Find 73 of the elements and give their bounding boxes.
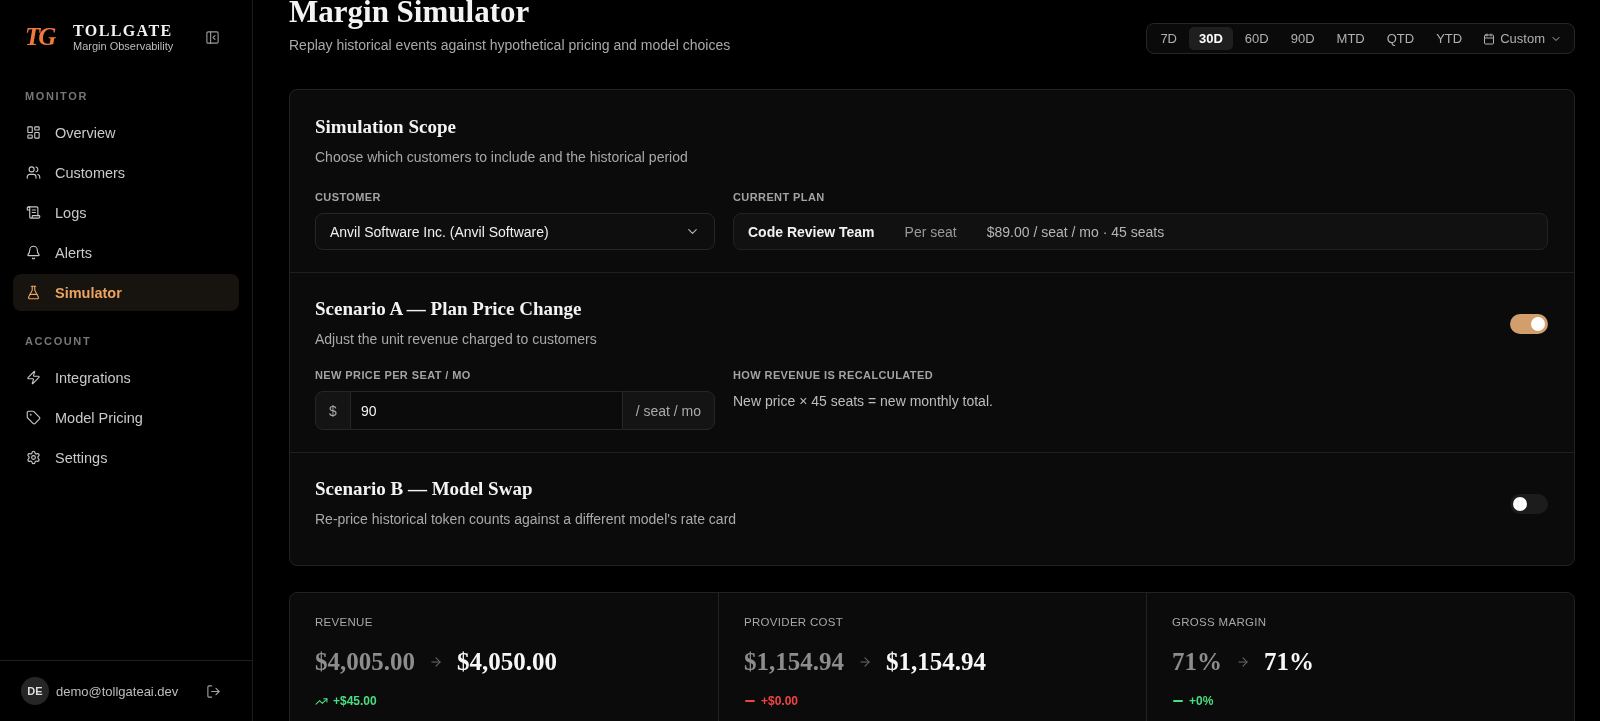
section-title: Simulation Scope (315, 116, 457, 138)
metric-previous-value: 71% (1172, 647, 1222, 677)
metric-label: GROSS MARGIN (1172, 615, 1268, 629)
dashboard-icon (26, 125, 41, 140)
arrow-right-icon (858, 655, 872, 669)
page-subtitle: Replay historical events against hypothetical pricing and model choices (289, 36, 731, 54)
plan-price: $89.00 / seat / mo · 45 seats (986, 223, 1165, 240)
section-description: Adjust the unit revenue charged to customers (315, 330, 597, 349)
user-email: demo@tollgateai.dev (56, 683, 179, 699)
metric-new-value: $4,050.00 (457, 647, 557, 677)
metric-delta: +$45.00 (333, 694, 377, 708)
explanation-text: New price × 45 seats = new monthly total. (733, 392, 994, 411)
nav-section-label: ACCOUNT (25, 334, 93, 348)
section-description: Choose which customers to include and the historical period (315, 148, 689, 167)
metric-delta: +$0.00 (761, 694, 799, 708)
scroll-icon (26, 205, 41, 220)
page-title: Margin Simulator (289, 0, 531, 27)
range-tab[interactable]: 30D (1189, 27, 1233, 50)
minus-icon (745, 700, 755, 702)
range-tab[interactable]: 60D (1234, 27, 1279, 50)
toggle-switch[interactable] (1510, 493, 1548, 514)
logout-icon (206, 683, 221, 699)
range-tab[interactable]: 7D (1150, 27, 1187, 50)
nav-item[interactable]: Customers (13, 154, 239, 191)
unit-suffix: / seat / mo (621, 391, 715, 430)
flask-icon (26, 285, 41, 300)
range-tab[interactable]: QTD (1376, 27, 1425, 50)
toggle-switch[interactable] (1510, 313, 1548, 334)
currency-prefix: $ (315, 391, 351, 430)
field-label: CUSTOMER (315, 190, 382, 204)
tag-icon (26, 410, 41, 425)
brand-tagline: Margin Observability (73, 38, 174, 53)
nav-item[interactable]: Simulator (13, 274, 239, 311)
user-avatar: DE (21, 677, 49, 705)
logout-button[interactable] (206, 683, 221, 699)
users-icon (26, 165, 41, 180)
price-input[interactable]: 90 (351, 391, 622, 430)
field-label: NEW PRICE PER SEAT / MO (315, 368, 472, 382)
range-tab[interactable]: MTD (1326, 27, 1375, 50)
collapse-sidebar-button[interactable] (205, 29, 220, 45)
nav-section-label: MONITOR (25, 89, 89, 103)
customer-select[interactable]: Anvil Software Inc. (Anvil Software) (315, 213, 715, 250)
minus-icon (1173, 700, 1183, 702)
section-title: Scenario B — Model Swap (315, 478, 534, 500)
settings-icon (26, 450, 41, 465)
custom-range-button[interactable]: Custom (1474, 27, 1571, 50)
nav-item[interactable]: Logs (13, 194, 239, 231)
field-label: HOW REVENUE IS RECALCULATED (733, 368, 935, 382)
metric-delta: +0% (1189, 694, 1214, 708)
bell-icon (26, 245, 41, 260)
range-tab[interactable]: 90D (1280, 27, 1325, 50)
nav-item[interactable]: Settings (13, 439, 239, 476)
brand-name: TOLLGATE (73, 21, 174, 39)
metric-label: PROVIDER COST (744, 615, 845, 629)
plan-billing-type: Per seat (904, 223, 957, 240)
calendar-icon (1483, 32, 1496, 45)
nav-item[interactable]: Overview (13, 114, 239, 151)
logo-mark: TG (25, 24, 56, 50)
lightning-icon (26, 370, 41, 385)
section-title: Scenario A — Plan Price Change (315, 298, 583, 320)
plan-name: Code Review Team (748, 223, 875, 240)
metric-previous-value: $4,005.00 (315, 647, 415, 677)
metric-new-value: 71% (1264, 647, 1314, 677)
section-description: Re-price historical token counts against a different model's rate card (315, 510, 737, 529)
range-tab[interactable]: YTD (1426, 27, 1473, 50)
nav-item[interactable]: Model Pricing (13, 399, 239, 436)
metric-label: REVENUE (315, 615, 374, 629)
field-label: CURRENT PLAN (733, 190, 826, 204)
nav-item[interactable]: Integrations (13, 359, 239, 396)
metric-new-value: $1,154.94 (886, 647, 986, 677)
panel-left-icon (205, 29, 220, 45)
metric-previous-value: $1,154.94 (744, 647, 844, 677)
nav-item[interactable]: Alerts (13, 234, 239, 271)
